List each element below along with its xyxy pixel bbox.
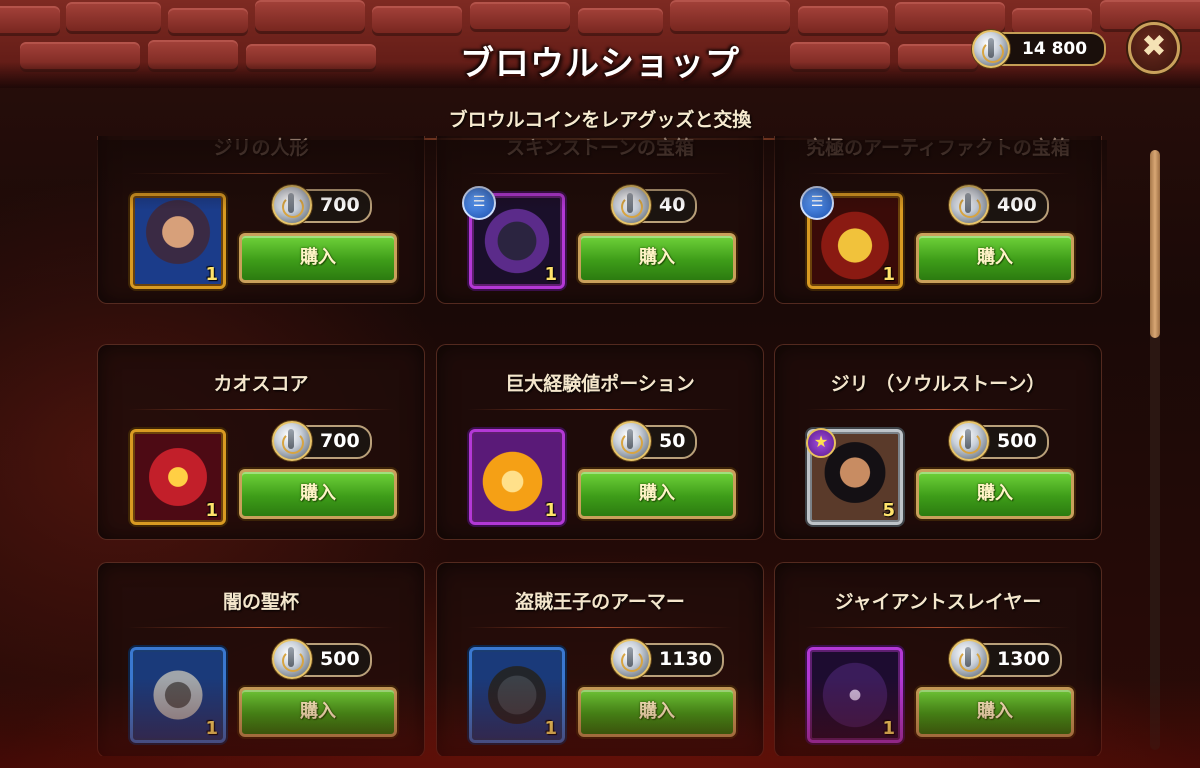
buy-button[interactable]: 購入 bbox=[916, 469, 1074, 519]
price-value: 700 bbox=[320, 194, 360, 216]
brawl-coin-icon bbox=[611, 185, 651, 225]
brawl-coin-icon bbox=[272, 421, 312, 461]
price-value: 400 bbox=[997, 194, 1037, 216]
item-divider bbox=[128, 173, 394, 174]
shop-item-card: 究極のアーティファクトの宝箱 1 ☰ 400 購入 bbox=[774, 136, 1102, 304]
price-value: 500 bbox=[320, 648, 360, 670]
item-name: ジリの人形 bbox=[213, 137, 309, 159]
item-divider bbox=[805, 173, 1071, 174]
price-value: 50 bbox=[659, 430, 686, 452]
item-divider bbox=[467, 627, 733, 628]
skin-stone-chest-icon[interactable]: 1 ☰ bbox=[462, 186, 565, 289]
artifact-chest-icon[interactable]: 1 ☰ bbox=[800, 186, 903, 289]
shop-subtitle: ブロウルコインをレアグッズと交換 bbox=[448, 109, 752, 131]
star-icon: ★ bbox=[806, 428, 836, 458]
item-divider bbox=[467, 409, 733, 410]
buy-button[interactable]: 購入 bbox=[578, 687, 736, 737]
hero-portrait-icon[interactable]: 5 ★ bbox=[806, 428, 903, 525]
armor-icon[interactable]: 1 bbox=[469, 647, 565, 743]
item-name: カオスコア bbox=[213, 373, 309, 395]
brawl-coin-icon bbox=[972, 30, 1010, 68]
close-button[interactable]: ✖ bbox=[1128, 22, 1180, 74]
buy-button[interactable]: 購入 bbox=[239, 469, 397, 519]
bow-icon[interactable]: 1 bbox=[807, 647, 903, 743]
brawl-coin-icon bbox=[949, 185, 989, 225]
chaos-core-icon[interactable]: 1 bbox=[130, 429, 226, 525]
item-name: 盗賊王子のアーマー bbox=[515, 591, 685, 613]
shop-item-card: ジリの人形 1 700 購入 bbox=[97, 136, 425, 304]
brawl-coin-icon bbox=[272, 639, 312, 679]
buy-button[interactable]: 購入 bbox=[239, 687, 397, 737]
list-info-icon[interactable]: ☰ bbox=[462, 186, 496, 220]
brawl-coin-icon bbox=[949, 639, 989, 679]
item-price: 500 bbox=[949, 421, 1049, 461]
coin-balance-amount: 14 800 bbox=[1022, 39, 1088, 59]
item-divider bbox=[805, 627, 1071, 628]
item-price: 1300 bbox=[949, 639, 1062, 679]
item-quantity: 1 bbox=[205, 264, 218, 285]
price-value: 40 bbox=[659, 194, 686, 216]
item-price: 700 bbox=[272, 185, 372, 225]
shop-item-card: 巨大経験値ポーション 1 50 購入 bbox=[436, 344, 764, 540]
shop-grid[interactable]: ジリの人形 1 700 購入 スキンストーンの宝箱 1 ☰ 40 購入 究極のアーティファクトの宝… bbox=[97, 136, 1107, 756]
brawl-coin-icon bbox=[272, 185, 312, 225]
price-value: 1300 bbox=[997, 648, 1050, 670]
scrollbar[interactable] bbox=[1150, 150, 1160, 750]
price-value: 700 bbox=[320, 430, 360, 452]
shop-item-card: ジャイアントスレイヤー 1 1300 購入 bbox=[774, 562, 1102, 756]
buy-button[interactable]: 購入 bbox=[239, 233, 397, 283]
item-price: 50 bbox=[611, 421, 698, 461]
shop-item-card: ジリ （ソウルストーン） 5 ★ 500 購入 bbox=[774, 344, 1102, 540]
buy-button[interactable]: 購入 bbox=[916, 233, 1074, 283]
price-value: 500 bbox=[997, 430, 1037, 452]
buy-button[interactable]: 購入 bbox=[578, 469, 736, 519]
item-quantity: 1 bbox=[205, 500, 218, 521]
item-quantity: 1 bbox=[544, 264, 557, 285]
close-icon: ✖ bbox=[1141, 29, 1167, 64]
coin-balance: 14 800 bbox=[972, 30, 1106, 68]
item-quantity: 5 bbox=[882, 500, 895, 521]
xp-potion-icon[interactable]: 1 bbox=[469, 429, 565, 525]
item-price: 40 bbox=[611, 185, 698, 225]
item-divider bbox=[467, 173, 733, 174]
shop-item-card: 闇の聖杯 1 500 購入 bbox=[97, 562, 425, 756]
item-name: ジリ （ソウルストーン） bbox=[830, 373, 1046, 395]
scrollbar-thumb[interactable] bbox=[1150, 150, 1160, 338]
brawl-coin-icon bbox=[611, 421, 651, 461]
brawl-coin-icon bbox=[949, 421, 989, 461]
shop-item-card: カオスコア 1 700 購入 bbox=[97, 344, 425, 540]
brawl-coin-icon bbox=[611, 639, 651, 679]
item-quantity: 1 bbox=[205, 718, 218, 739]
item-price: 500 bbox=[272, 639, 372, 679]
item-price: 400 bbox=[949, 185, 1049, 225]
item-divider bbox=[128, 409, 394, 410]
item-name: 闇の聖杯 bbox=[222, 591, 299, 613]
buy-button[interactable]: 購入 bbox=[916, 687, 1074, 737]
item-quantity: 1 bbox=[882, 718, 895, 739]
item-name: ジャイアントスレイヤー bbox=[834, 591, 1042, 613]
dark-grail-icon[interactable]: 1 bbox=[130, 647, 226, 743]
item-quantity: 1 bbox=[544, 500, 557, 521]
buy-button[interactable]: 購入 bbox=[578, 233, 736, 283]
item-divider bbox=[805, 409, 1071, 410]
item-price: 700 bbox=[272, 421, 372, 461]
shop-item-card: スキンストーンの宝箱 1 ☰ 40 購入 bbox=[436, 136, 764, 304]
item-price: 1130 bbox=[611, 639, 724, 679]
price-value: 1130 bbox=[659, 648, 712, 670]
item-divider bbox=[128, 627, 394, 628]
item-quantity: 1 bbox=[544, 718, 557, 739]
doll-icon[interactable]: 1 bbox=[130, 193, 226, 289]
shop-item-card: 盗賊王子のアーマー 1 1130 購入 bbox=[436, 562, 764, 756]
item-name: スキンストーンの宝箱 bbox=[505, 137, 695, 159]
list-info-icon[interactable]: ☰ bbox=[800, 186, 834, 220]
item-name: 究極のアーティファクトの宝箱 bbox=[806, 137, 1070, 159]
item-quantity: 1 bbox=[882, 264, 895, 285]
item-name: 巨大経験値ポーション bbox=[505, 373, 695, 395]
